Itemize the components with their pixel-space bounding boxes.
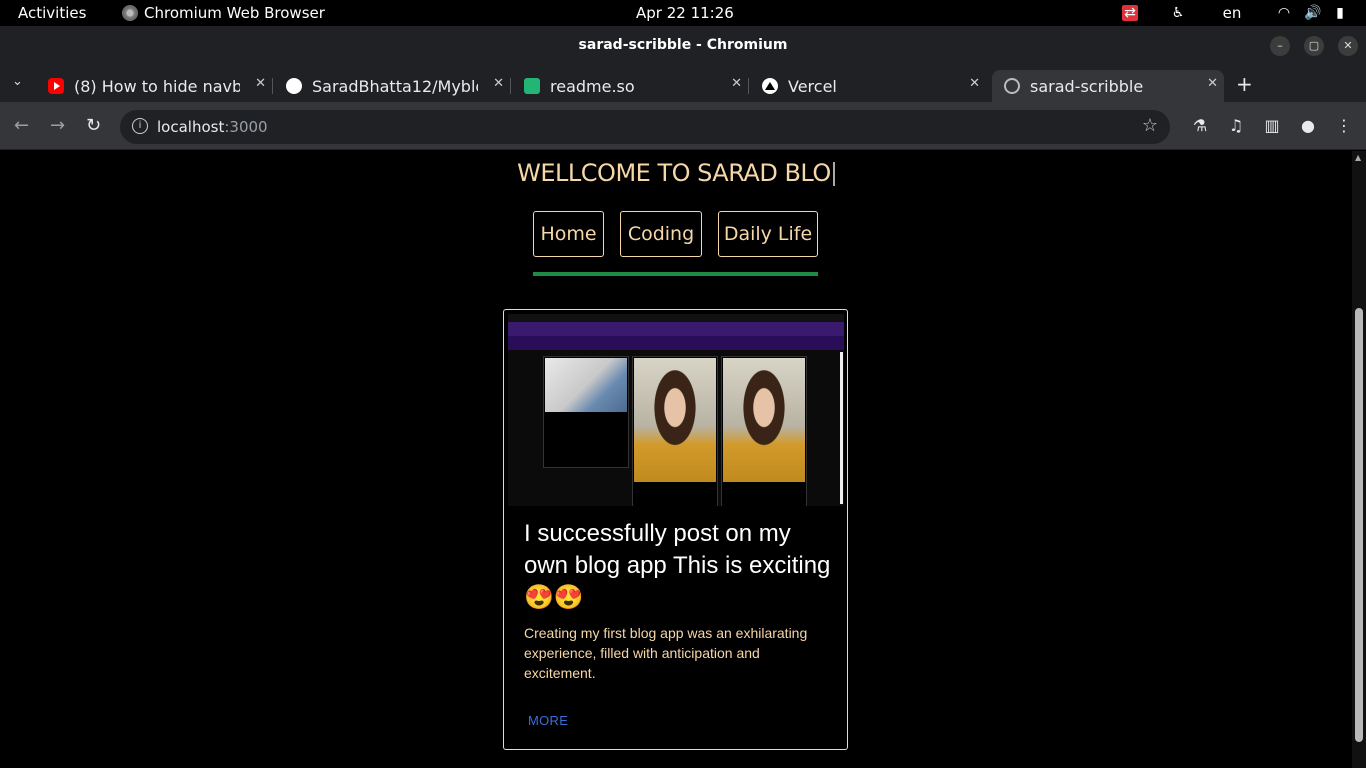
- chromium-icon: [122, 5, 138, 21]
- more-link[interactable]: MORE: [528, 713, 568, 728]
- github-icon: [286, 78, 302, 94]
- close-tab-icon[interactable]: ✕: [1207, 76, 1218, 91]
- thumbnail-card: [721, 356, 807, 506]
- minimize-icon[interactable]: –: [1270, 36, 1290, 56]
- blog-heading: WELLCOME TO SARAD BLO: [0, 159, 1352, 187]
- nav-coding-button[interactable]: Coding: [620, 211, 702, 257]
- tab-label: readme.so: [550, 76, 635, 96]
- profile-icon[interactable]: ●: [1298, 116, 1318, 135]
- forward-icon[interactable]: →: [50, 115, 65, 136]
- close-tab-icon[interactable]: ✕: [493, 76, 504, 91]
- close-tab-icon[interactable]: ✕: [969, 76, 980, 91]
- clock[interactable]: Apr 22 11:26: [636, 4, 734, 22]
- scrollbar-thumb[interactable]: [1355, 308, 1363, 742]
- globe-icon: [1004, 78, 1020, 94]
- thumbnail-card: [543, 356, 629, 468]
- reload-icon[interactable]: ↻: [86, 115, 101, 136]
- thumbnail-card: [632, 356, 718, 506]
- activities-button[interactable]: Activities: [18, 4, 86, 22]
- side-panel-icon[interactable]: ▥: [1262, 116, 1282, 135]
- volume-icon[interactable]: 🔊: [1304, 5, 1321, 21]
- tab-label: sarad-scribble: [1030, 76, 1144, 96]
- url-text[interactable]: localhost:3000: [157, 118, 268, 136]
- app-name: Chromium Web Browser: [144, 4, 325, 22]
- post-excerpt: Creating my first blog app was an exhila…: [524, 625, 808, 681]
- tab-sarad-scribble[interactable]: sarad-scribble ✕: [992, 70, 1224, 102]
- system-top-bar: Activities Chromium Web Browser Apr 22 1…: [0, 0, 1366, 26]
- tab-search-chevron-icon[interactable]: ⌄: [12, 74, 23, 89]
- vercel-icon: [762, 78, 778, 94]
- page-scrollbar[interactable]: ▲: [1352, 151, 1366, 768]
- media-controls-icon[interactable]: ♫: [1226, 116, 1246, 135]
- nav-underline: [533, 272, 818, 276]
- language-indicator[interactable]: en: [1220, 5, 1244, 21]
- url-host: localhost: [157, 118, 225, 136]
- address-bar[interactable]: i localhost:3000 ☆: [120, 110, 1170, 144]
- window-title-bar: sarad-scribble - Chromium – ▢ ✕: [0, 26, 1366, 66]
- new-tab-icon[interactable]: +: [1236, 72, 1253, 96]
- post-card[interactable]: I successfully post on my own blog app T…: [503, 309, 848, 750]
- maximize-icon[interactable]: ▢: [1304, 36, 1324, 56]
- typing-caret: [832, 162, 835, 186]
- remote-desktop-icon[interactable]: ⇄: [1122, 5, 1138, 21]
- tab-strip: ⌄ (8) How to hide navbar ✕ SaradBhatta12…: [0, 66, 1366, 102]
- url-port: :3000: [224, 118, 268, 136]
- readme-icon: [524, 78, 540, 94]
- wifi-icon[interactable]: ◠: [1276, 5, 1292, 21]
- close-window-icon[interactable]: ✕: [1338, 36, 1358, 56]
- nav-home-button[interactable]: Home: [533, 211, 604, 257]
- youtube-icon: [48, 78, 64, 94]
- blog-heading-text: WELLCOME TO SARAD BLO: [517, 159, 831, 187]
- accessibility-icon[interactable]: ♿: [1170, 5, 1186, 21]
- tab-label: Vercel: [788, 76, 837, 96]
- back-icon[interactable]: ←: [14, 115, 29, 136]
- post-thumbnail[interactable]: [508, 314, 844, 506]
- bookmark-star-icon[interactable]: ☆: [1142, 115, 1158, 136]
- tab-youtube[interactable]: (8) How to hide navbar ✕: [36, 70, 273, 102]
- tab-label: SaradBhatta12/Myblog: [312, 76, 478, 96]
- nav-daily-life-button[interactable]: Daily Life: [718, 211, 818, 257]
- tab-github[interactable]: SaradBhatta12/Myblog ✕: [274, 70, 511, 102]
- browser-toolbar: ← → ↻ i localhost:3000 ☆ ⚗ ♫ ▥ ● ⋮: [0, 102, 1366, 150]
- close-tab-icon[interactable]: ✕: [731, 76, 742, 91]
- site-info-icon[interactable]: i: [132, 118, 148, 134]
- battery-icon[interactable]: ▮: [1332, 5, 1348, 21]
- window-title: sarad-scribble - Chromium: [578, 37, 788, 53]
- tab-vercel[interactable]: Vercel ✕: [750, 70, 986, 102]
- post-title[interactable]: I successfully post on my own blog app T…: [524, 518, 834, 614]
- app-menu[interactable]: Chromium Web Browser: [122, 4, 325, 22]
- close-tab-icon[interactable]: ✕: [255, 76, 266, 91]
- labs-flask-icon[interactable]: ⚗: [1190, 116, 1210, 135]
- menu-kebab-icon[interactable]: ⋮: [1334, 116, 1354, 135]
- scroll-up-icon[interactable]: ▲: [1355, 153, 1361, 162]
- tab-label: (8) How to hide navbar: [74, 76, 240, 96]
- page-viewport: WELLCOME TO SARAD BLO Home Coding Daily …: [0, 151, 1352, 768]
- tab-readme[interactable]: readme.so ✕: [512, 70, 749, 102]
